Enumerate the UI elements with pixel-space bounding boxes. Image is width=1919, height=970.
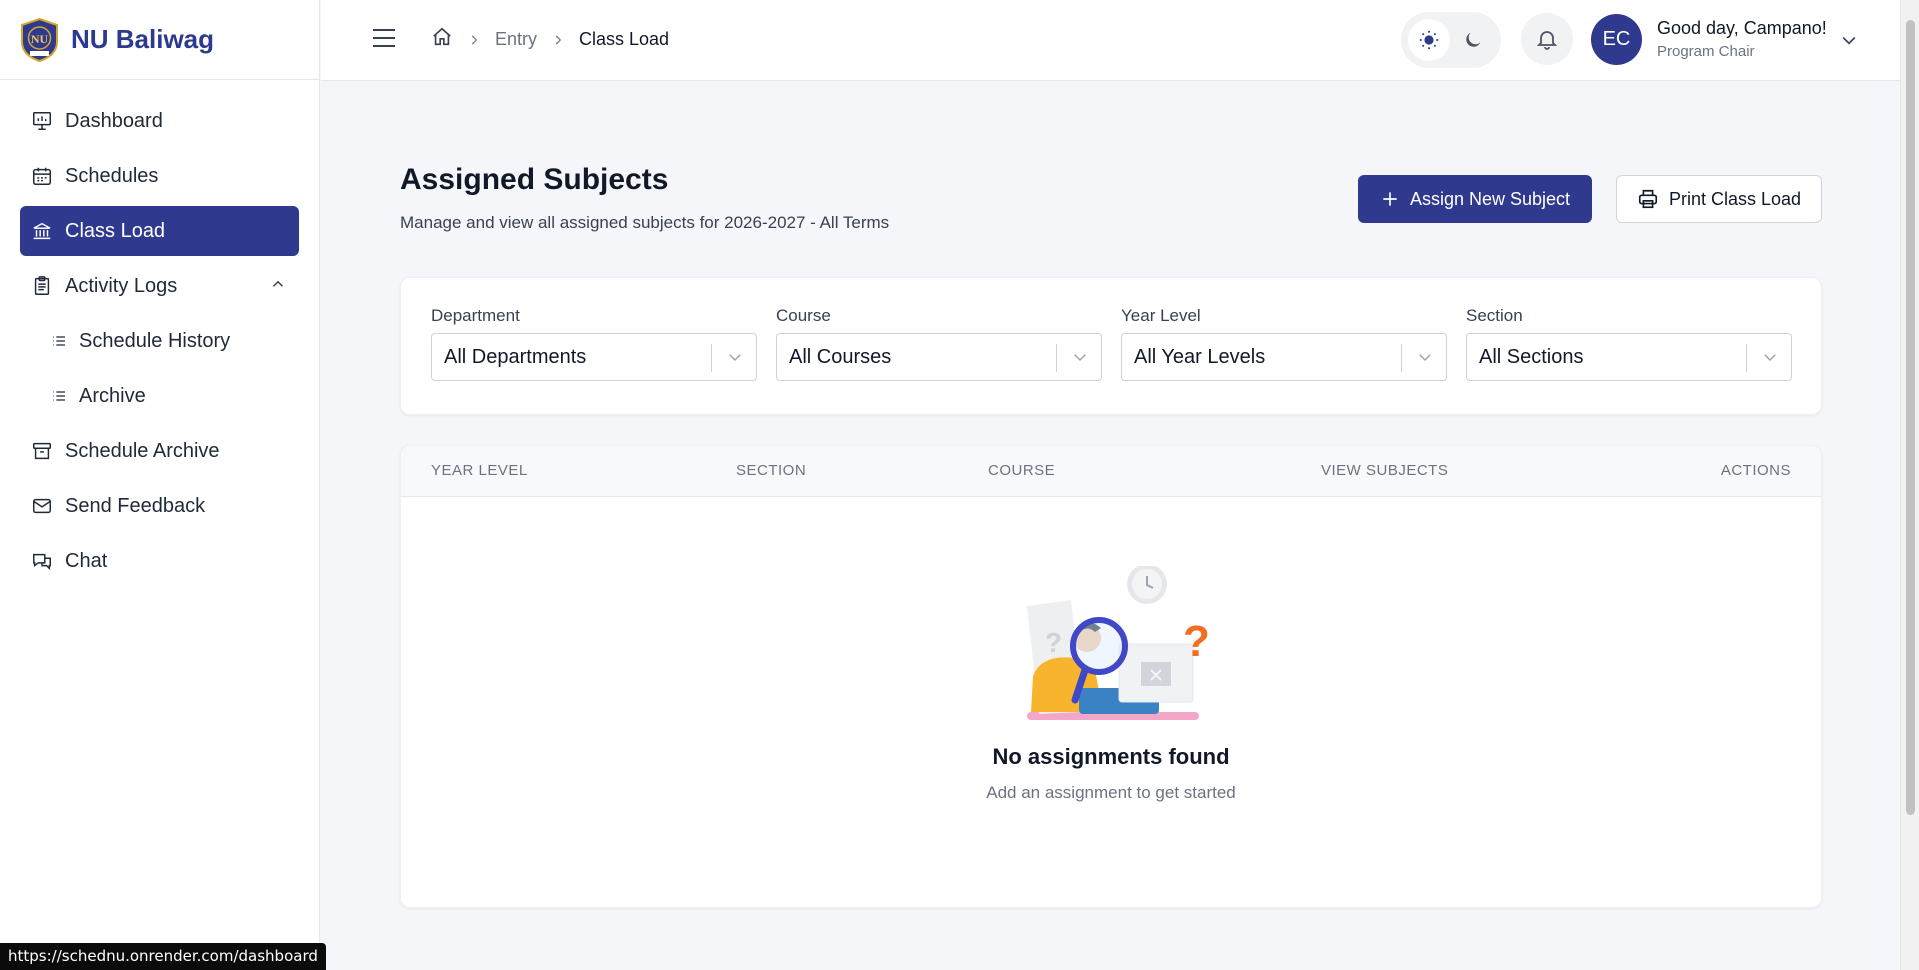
sidebar-item-label: Send Feedback	[65, 494, 206, 517]
sidebar-item-class-load[interactable]: Class Load	[20, 206, 299, 256]
clipboard-icon	[30, 274, 54, 298]
sidebar-item-label: Schedules	[65, 164, 159, 187]
breadcrumb-current: Class Load	[579, 29, 670, 49]
column-course: COURSE	[988, 462, 1056, 479]
department-filter: Department All Departments	[431, 306, 757, 381]
presentation-icon	[30, 109, 54, 133]
archive-box-icon	[30, 439, 54, 463]
year-level-value: All Year Levels	[1134, 346, 1266, 368]
assignments-table: YEAR LEVEL SECTION COURSE VIEW SUBJECTS …	[400, 445, 1822, 908]
sidebar-item-send-feedback[interactable]: Send Feedback	[20, 481, 299, 531]
user-role: Program Chair	[1657, 43, 1755, 60]
brand-name: NU Baliwag	[71, 24, 215, 54]
year-level-select[interactable]: All Year Levels	[1121, 333, 1447, 381]
home-icon[interactable]	[431, 26, 453, 53]
top-header: Entry Class Load EC Good day, Campano! P…	[321, 0, 1900, 81]
hamburger-menu-icon[interactable]	[372, 28, 396, 48]
svg-text:?: ?	[1183, 617, 1210, 666]
sidebar-item-schedules[interactable]: Schedules	[20, 151, 299, 201]
user-greeting[interactable]: Good day, Campano! Program Chair	[1657, 18, 1827, 60]
avatar[interactable]: EC	[1591, 14, 1642, 65]
sidebar-item-label: Activity Logs	[65, 274, 178, 297]
section-filter: Section All Sections	[1466, 306, 1792, 381]
printer-icon	[1638, 189, 1658, 209]
course-value: All Courses	[789, 346, 892, 368]
brand[interactable]: NU NU Baliwag	[0, 0, 319, 80]
mail-icon	[30, 494, 54, 518]
sidebar: NU NU Baliwag Dashboard Schedules Class …	[0, 0, 326, 970]
print-class-load-button[interactable]: Print Class Load	[1616, 175, 1822, 223]
column-section: SECTION	[736, 462, 807, 479]
breadcrumb-entry[interactable]: Entry	[495, 29, 537, 50]
sidebar-item-dashboard[interactable]: Dashboard	[20, 96, 299, 146]
sidebar-item-chat[interactable]: Chat	[20, 536, 299, 586]
theme-toggle[interactable]	[1401, 12, 1501, 68]
svg-text:?: ?	[1045, 627, 1062, 658]
notification-bell-icon[interactable]	[1521, 13, 1573, 65]
section-label: Section	[1466, 306, 1523, 325]
sidebar-item-schedule-history[interactable]: Schedule History	[20, 316, 299, 366]
table-header: YEAR LEVEL SECTION COURSE VIEW SUBJECTS …	[401, 446, 1821, 497]
sidebar-item-label: Schedule Archive	[65, 439, 220, 462]
chevron-down-icon	[726, 348, 744, 372]
sidebar-nav: Dashboard Schedules Class Load Activity …	[0, 80, 319, 607]
list-icon	[50, 384, 68, 408]
empty-state-title: No assignments found	[992, 744, 1230, 769]
chat-bubbles-icon	[30, 549, 54, 573]
department-value: All Departments	[444, 346, 587, 368]
page-title: Assigned Subjects	[400, 163, 669, 196]
empty-state-illustration: ? ?	[1027, 566, 1210, 720]
section-value: All Sections	[1479, 346, 1584, 368]
svg-text:NU: NU	[31, 32, 49, 46]
moon-icon[interactable]	[1452, 19, 1494, 61]
year-level-label: Year Level	[1121, 306, 1201, 325]
course-select[interactable]: All Courses	[776, 333, 1102, 381]
building-columns-icon	[30, 219, 54, 243]
chevron-down-icon	[1761, 348, 1779, 372]
chevron-down-icon[interactable]	[1839, 30, 1859, 55]
sidebar-item-archive[interactable]: Archive	[20, 371, 299, 421]
assign-new-subject-button[interactable]: Assign New Subject	[1358, 175, 1592, 223]
sidebar-item-label: Class Load	[65, 219, 166, 242]
status-url-tooltip: https://schednu.onrender.com/dashboard	[0, 943, 326, 970]
chevron-right-icon	[467, 33, 481, 47]
sidebar-item-schedule-archive[interactable]: Schedule Archive	[20, 426, 299, 476]
plus-icon	[1383, 192, 1397, 206]
section-select[interactable]: All Sections	[1466, 333, 1792, 381]
sidebar-item-label: Schedule History	[79, 329, 231, 352]
user-greeting-name: Good day, Campano!	[1657, 18, 1827, 38]
sidebar-item-label: Dashboard	[65, 109, 163, 132]
calendar-icon	[30, 164, 54, 188]
scrollbar-thumb[interactable]	[1906, 20, 1915, 815]
department-label: Department	[431, 306, 520, 325]
chevron-down-icon	[1071, 348, 1089, 372]
column-view-subjects: VIEW SUBJECTS	[1321, 462, 1449, 479]
sidebar-item-label: Chat	[65, 549, 108, 572]
nu-seal-logo: NU	[21, 17, 58, 62]
page-subtitle: Manage and view all assigned subjects fo…	[400, 213, 890, 232]
breadcrumb: Entry Class Load	[431, 26, 669, 53]
sidebar-item-activity-logs[interactable]: Activity Logs	[20, 261, 299, 311]
course-filter: Course All Courses	[776, 306, 1102, 381]
year-level-filter: Year Level All Year Levels	[1121, 306, 1447, 381]
list-icon	[50, 329, 68, 353]
sidebar-item-label: Archive	[79, 384, 146, 407]
chevron-up-icon[interactable]	[269, 275, 287, 299]
column-actions: ACTIONS	[1720, 462, 1791, 479]
course-label: Course	[776, 306, 831, 325]
page-scrollbar[interactable]	[1900, 0, 1919, 970]
assign-new-subject-label: Assign New Subject	[1409, 188, 1571, 209]
empty-state-subtitle: Add an assignment to get started	[986, 783, 1236, 802]
filters-panel: Department All Departments Course All Co…	[400, 277, 1822, 415]
department-select[interactable]: All Departments	[431, 333, 757, 381]
chevron-down-icon	[1416, 348, 1434, 372]
chevron-right-icon	[551, 33, 565, 47]
print-class-load-label: Print Class Load	[1668, 188, 1802, 209]
column-year-level: YEAR LEVEL	[431, 462, 528, 479]
sun-icon[interactable]	[1408, 19, 1450, 61]
